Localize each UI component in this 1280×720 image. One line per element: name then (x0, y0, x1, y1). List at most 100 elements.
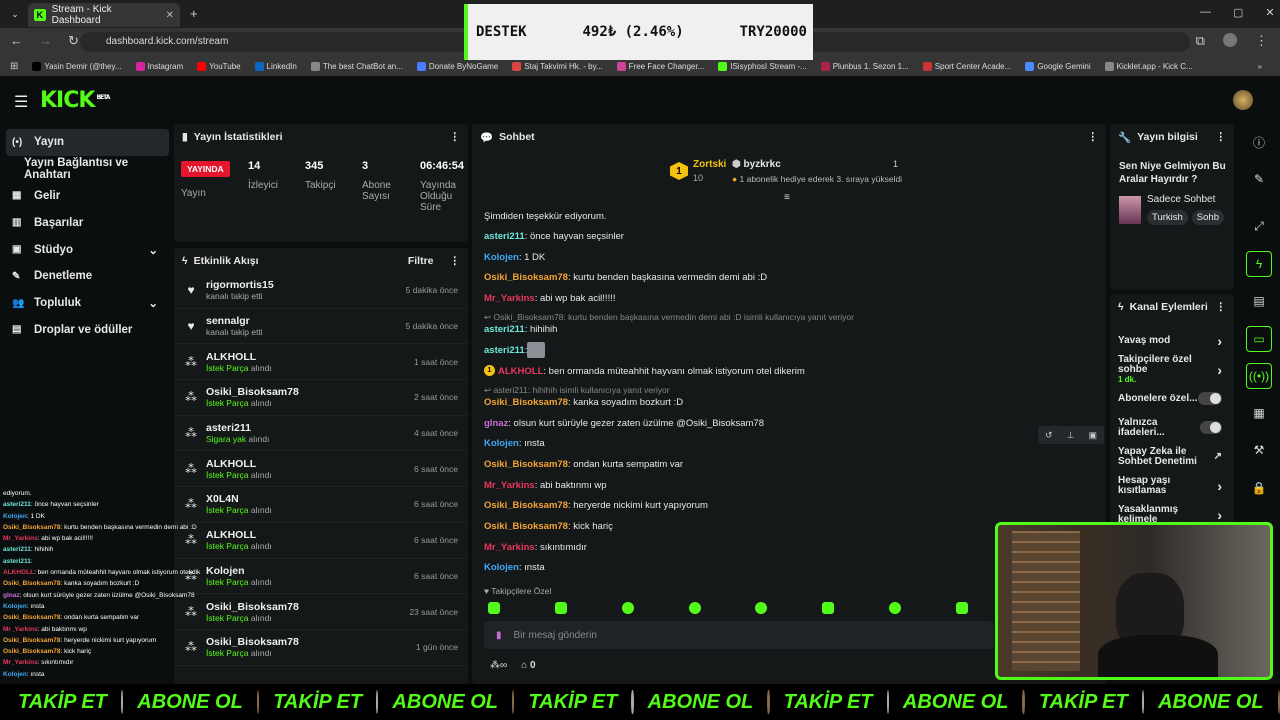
bookmark-item[interactable]: Staj Takvimi Hk. - by... (512, 61, 603, 71)
document-icon[interactable]: ▤ (1246, 288, 1272, 314)
sidebar-item-7[interactable]: 👥 Topluluk ⌄ (0, 290, 172, 317)
chat-message[interactable]: Kolojen: ınsta (484, 562, 545, 573)
activity-user[interactable]: ALKHOLL (206, 458, 272, 470)
sidebar-item-3[interactable]: ▦ Gelir (0, 183, 172, 210)
channel-action-2[interactable]: Takipçilere özel sohbe 1 dk. › (1110, 354, 1234, 384)
bookmark-item[interactable]: The best ChatBot an... (310, 61, 403, 71)
chat-message[interactable]: asteri211: önce hayvan seçsinler (484, 231, 624, 242)
chat-message[interactable]: asteri211: hihihih (484, 324, 557, 335)
edit-icon[interactable]: ✎ (1246, 166, 1272, 192)
channel-action-3[interactable]: Abonelere özel... (1110, 384, 1234, 413)
external-link-icon[interactable]: ↗ (1214, 451, 1222, 462)
bookmark-item[interactable]: Sport Center Acade... (922, 61, 1011, 71)
actions-menu-icon[interactable]: ⋮ (1216, 301, 1227, 313)
emote-icon[interactable] (822, 602, 835, 614)
bookmark-item[interactable]: Google Gemini (1025, 61, 1091, 71)
activity-user[interactable]: rigormortis15 (206, 279, 274, 291)
broadcast-icon[interactable]: ((•)) (1246, 363, 1272, 389)
bookmark-item[interactable]: Instagram (135, 61, 183, 71)
tools-icon[interactable]: ⚒ (1246, 437, 1272, 463)
mic-icon[interactable]: ▮ (496, 630, 502, 641)
chat-username[interactable]: Mr_Yarkins (484, 293, 535, 304)
store-icon[interactable]: ⌂ 0 (521, 660, 535, 671)
chat-username[interactable]: Mr_Yarkins (484, 542, 535, 553)
chat-message[interactable]: asteri211: (484, 345, 527, 356)
collapse-pinned-icon[interactable]: ≡ (784, 192, 790, 203)
emote-icon[interactable] (488, 602, 500, 614)
emote-icon[interactable] (955, 602, 968, 614)
channel-action-5[interactable]: Yapay Zeka ile Sohbet Denetimi ↗ (1110, 442, 1234, 471)
chat-message[interactable]: Kolojen: ınsta (484, 438, 545, 449)
points-icon[interactable]: ⁂∞ (490, 660, 507, 671)
bookmark-item[interactable]: Plunbus 1. Sezon 1... (820, 61, 909, 71)
close-tab-icon[interactable]: ✕ (166, 10, 174, 21)
chat-message[interactable]: Osiki_Bisoksam78: ondan kurta sempatim v… (484, 459, 683, 470)
chat-input[interactable]: ▮ Bir mesaj gönderin (484, 621, 994, 649)
chat-message[interactable]: Mr_Yarkins: abi baktınmı wp (484, 480, 607, 491)
stats-menu-icon[interactable]: ⋮ (450, 131, 461, 143)
kick-logo[interactable]: KICK BETA (40, 88, 110, 113)
channel-action-4[interactable]: Yalnızca ifadeleri... (1110, 413, 1234, 442)
user-avatar[interactable] (1233, 90, 1253, 110)
channel-action-1[interactable]: Yavaş mod › (1110, 326, 1234, 355)
emote-icon[interactable] (755, 602, 768, 614)
chat-username[interactable]: Osiki_Bisoksam78 (484, 500, 568, 511)
info-icon[interactable]: ⓘ (1246, 129, 1272, 155)
chat-username[interactable]: Osiki_Bisoksam78 (484, 521, 568, 532)
maximize-icon[interactable]: ▢ (1233, 6, 1243, 19)
chat-message[interactable]: Osiki_Bisoksam78: heryerde nickimi kurt … (484, 500, 708, 511)
activity-user[interactable]: asteri211 (206, 422, 269, 434)
emote-icon[interactable] (889, 602, 902, 614)
chat-username[interactable]: glnaz (484, 418, 508, 429)
sidebar-item-4[interactable]: ▥ Başarılar (0, 209, 172, 236)
chevron-right-icon[interactable]: › (1217, 333, 1222, 349)
quick-actions-icon[interactable]: ϟ (1246, 251, 1272, 277)
forward-icon[interactable]: → (39, 33, 52, 49)
sidebar-item-8[interactable]: ▤ Droplar ve ödüller (0, 317, 172, 344)
filter-button[interactable]: Filtre (408, 255, 434, 267)
hamburger-menu-icon[interactable]: ☰ (14, 92, 28, 112)
info-menu-icon[interactable]: ⋮ (1216, 131, 1227, 143)
chat-username[interactable]: ALKHOLL (498, 366, 543, 377)
chat-username[interactable]: Mr_Yarkins (484, 480, 535, 491)
chat-menu-icon[interactable]: ⋮ (1088, 131, 1099, 143)
chat-message[interactable]: glnaz: olsun kurt sürüyle gezer zaten üz… (484, 418, 764, 429)
new-tab-icon[interactable]: + (190, 6, 198, 21)
pin-icon[interactable]: ⊥ (1067, 430, 1075, 441)
apps-grid-icon[interactable]: ⊞ (10, 61, 18, 72)
extensions-icon[interactable]: ⧉ (1196, 33, 1205, 49)
chat-username[interactable]: Osiki_Bisoksam78 (484, 459, 568, 470)
profile-avatar[interactable] (1222, 33, 1237, 47)
emote-icon[interactable] (554, 602, 567, 614)
chat-message[interactable]: Kolojen: 1 DK (484, 252, 545, 263)
chat-username[interactable]: Kolojen (484, 438, 519, 449)
bookmark-item[interactable]: Yasin Demir (@they... (32, 61, 122, 71)
chat-message[interactable]: Osiki_Bisoksam78: kurtu benden başkasına… (484, 272, 767, 283)
sidebar-item-1[interactable]: (•) Yayın (6, 129, 169, 156)
chat-username[interactable]: Osiki_Bisoksam78 (484, 272, 568, 283)
chat-message[interactable]: Mr_Yarkins: abi wp bak acil!!!!! (484, 293, 616, 304)
sidebar-item-2[interactable]: Yayın Bağlantısı ve Anahtarı (0, 156, 172, 183)
activity-user[interactable]: sennalgr (206, 315, 263, 327)
tab-search-icon[interactable]: ⌄ (2, 1, 28, 27)
chevron-right-icon[interactable]: › (1217, 478, 1222, 494)
bookmark-item[interactable]: YouTube (197, 61, 241, 71)
chat-message[interactable]: Osiki_Bisoksam78: kanka soyadım bozkurt … (484, 397, 683, 408)
lock-icon[interactable]: 🔒 (1246, 475, 1272, 501)
chat-message[interactable]: Mr_Yarkins: sıkıntımıdır (484, 542, 587, 553)
more-bookmarks-icon[interactable]: » (1258, 62, 1280, 71)
toggle-switch[interactable] (1199, 421, 1222, 434)
chat-username[interactable]: asteri211 (484, 231, 525, 242)
activity-user[interactable]: ALKHOLL (206, 351, 272, 363)
bookmark-item[interactable]: LinkedIn (254, 61, 297, 71)
chat-username[interactable]: Kolojen (484, 252, 519, 263)
emote-icon[interactable] (688, 602, 701, 614)
sidebar-item-6[interactable]: ✎ Denetleme (0, 263, 172, 290)
chat-message[interactable]: Osiki_Bisoksam78: kick hariç (484, 521, 613, 532)
chat-icon[interactable]: ▭ (1246, 326, 1272, 352)
channel-action-6[interactable]: Hesap yaşı kısıtlamas › (1110, 471, 1234, 500)
toggle-switch[interactable] (1198, 392, 1222, 405)
back-icon[interactable]: ← (10, 33, 23, 49)
activity-user[interactable]: Osiki_Bisoksam78 (206, 386, 299, 398)
bookmark-item[interactable]: Kicklet.app - Kick C... (1104, 61, 1193, 71)
